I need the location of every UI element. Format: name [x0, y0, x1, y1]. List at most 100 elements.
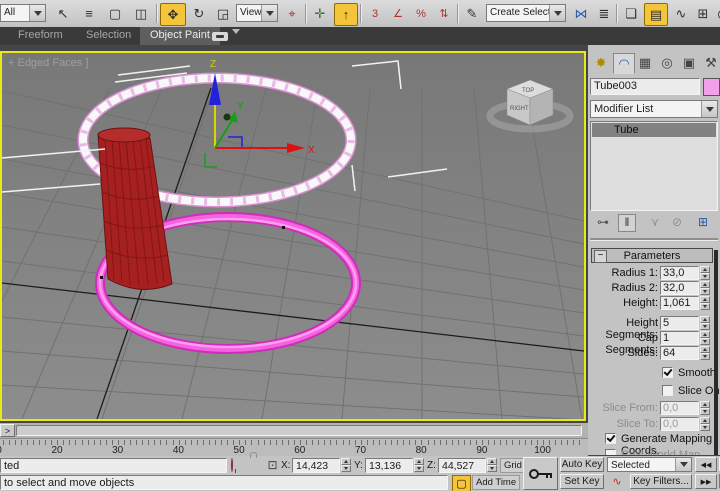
configure-modifier-sets-icon[interactable]: ⊞ [694, 215, 712, 232]
cap-segments-field[interactable]: 1 [660, 331, 699, 345]
set-keys-button[interactable] [523, 457, 558, 490]
chevron-down-icon[interactable] [675, 458, 691, 471]
slice-from-field[interactable]: 0,0 [660, 401, 699, 415]
schematic-view-icon[interactable]: ⊞ [692, 3, 714, 24]
next-key-button[interactable]: ▶▶ [695, 474, 717, 489]
show-end-result-icon[interactable]: ‖ [618, 214, 636, 232]
x-spinner[interactable] [341, 458, 351, 472]
generate-mapping-checkbox[interactable] [605, 433, 616, 444]
isolate-selection-icon[interactable] [231, 459, 233, 471]
go-to-start-button[interactable]: ◀◀ [695, 457, 717, 472]
height-field[interactable]: 1,061 [660, 296, 699, 310]
auto-key-button[interactable]: Auto Key [560, 457, 604, 472]
height-segments-spinner[interactable] [700, 316, 710, 330]
parameters-rollout-header[interactable]: − Parameters [591, 248, 713, 263]
y-spinner[interactable] [414, 458, 424, 472]
chevron-down-icon[interactable] [701, 101, 717, 117]
display-tab-icon[interactable]: ▣ [679, 53, 699, 72]
motion-tab-icon[interactable]: ◎ [657, 53, 677, 72]
modify-tab-icon[interactable]: ◠ [613, 53, 635, 74]
object-name-field[interactable]: Tube003 [590, 78, 700, 95]
select-and-scale-icon[interactable]: ◲ [212, 3, 234, 24]
ribbon-minimize-icon[interactable] [212, 32, 228, 41]
cylinder-red[interactable] [98, 128, 172, 289]
time-slider-next-arrow[interactable]: > [0, 424, 15, 437]
radius1-field[interactable]: 33,0 [660, 266, 699, 280]
rectangular-selection-region-icon[interactable]: ▢ [104, 3, 126, 24]
layer-manager-icon[interactable]: ❏ [620, 3, 642, 24]
smooth-checkbox[interactable] [662, 367, 673, 378]
viewcube-front-label[interactable]: RIGHT [510, 106, 529, 112]
create-tab-icon[interactable]: ✸ [591, 53, 611, 72]
hierarchy-tab-icon[interactable]: ▦ [635, 53, 655, 72]
mirror-icon[interactable]: ⋈ [570, 3, 592, 24]
time-slider[interactable]: > [0, 423, 588, 438]
slice-to-spinner[interactable] [700, 417, 710, 431]
material-editor-icon[interactable]: ◍ [712, 3, 720, 24]
sides-spinner[interactable] [700, 346, 710, 360]
edit-named-selection-sets-icon[interactable]: ✎ [461, 3, 483, 24]
pin-stack-icon[interactable]: ⊶ [594, 215, 612, 232]
snap-toggle-3d-icon[interactable]: 3 [364, 3, 386, 24]
time-slider-track[interactable] [16, 425, 582, 436]
real-world-checkbox[interactable] [605, 449, 616, 455]
named-selection-sets-combo[interactable]: Create Selection Se [486, 4, 566, 22]
slice-from-spinner[interactable] [700, 401, 710, 415]
make-unique-icon[interactable]: ⋎ [646, 215, 664, 232]
remove-modifier-icon[interactable]: ⊘ [668, 215, 686, 232]
select-and-manipulate-icon[interactable]: ✛ [309, 3, 331, 24]
use-pivot-point-icon[interactable]: ⌖ [281, 3, 303, 24]
modifier-stack-item[interactable]: Tube [592, 123, 716, 137]
animate-selection-combo[interactable]: Selected [607, 457, 692, 472]
add-time-tag[interactable]: Add Time Tag [472, 475, 520, 490]
select-object-icon[interactable]: ↖ [52, 3, 74, 24]
viewport-canvas[interactable]: X Y Z TOP RIGHT + Edged Faces ] [2, 53, 584, 419]
slice-to-field[interactable]: 0,0 [660, 417, 699, 431]
chevron-down-icon[interactable] [549, 5, 565, 21]
sides-field[interactable]: 64 [660, 346, 699, 360]
tab-selection[interactable]: Selection [76, 27, 141, 45]
curve-editor-icon[interactable]: ∿ [670, 3, 692, 24]
radius2-spinner[interactable] [700, 281, 710, 295]
height-spinner[interactable] [700, 296, 710, 310]
percent-snap-icon[interactable]: % [410, 3, 432, 24]
z-coordinate-field[interactable]: 44,527 [438, 458, 486, 473]
default-in-out-tangents-icon[interactable]: ∿ [607, 474, 627, 489]
y-coordinate-field[interactable]: 13,136 [365, 458, 413, 473]
rollout-scrollbar[interactable] [714, 250, 718, 455]
transform-typein-icon[interactable]: ⊡ [265, 458, 280, 473]
key-filters-button[interactable]: Key Filters... [630, 474, 692, 489]
track-bar-ruler[interactable]: 102030405060708090100 [0, 438, 588, 457]
align-icon[interactable]: ≣ [593, 3, 615, 24]
object-color-swatch[interactable] [703, 78, 720, 96]
selection-filter-combo[interactable]: All [0, 4, 46, 22]
tab-object-paint[interactable]: Object Paint [140, 27, 220, 45]
utilities-tab-icon[interactable]: ⚒ [701, 53, 720, 72]
chevron-down-icon[interactable] [232, 34, 240, 46]
x-coordinate-field[interactable]: 14,423 [292, 458, 340, 473]
reference-coordinate-combo[interactable]: View [236, 4, 278, 22]
chevron-down-icon[interactable] [29, 5, 45, 21]
select-and-move-icon[interactable]: ✥ [160, 3, 186, 26]
chevron-down-icon[interactable] [261, 5, 277, 21]
z-spinner[interactable] [487, 458, 497, 472]
tab-freeform[interactable]: Freeform [8, 27, 73, 45]
cap-segments-spinner[interactable] [700, 331, 710, 345]
perspective-viewport[interactable]: X Y Z TOP RIGHT + Edged Faces ] [0, 51, 586, 421]
keyboard-shortcut-override-icon[interactable]: ↑ [334, 3, 358, 26]
modifier-list-combo[interactable]: Modifier List [590, 100, 718, 118]
angle-snap-icon[interactable]: ∠ [387, 3, 409, 24]
select-by-name-icon[interactable]: ≡ [78, 3, 100, 24]
height-segments-field[interactable]: 5 [660, 316, 699, 330]
radius1-spinner[interactable] [700, 266, 710, 280]
graphite-ribbon-toggle-icon[interactable]: ▤ [644, 3, 668, 26]
viewcube-top-label[interactable]: TOP [522, 88, 534, 94]
adaptive-degradation-icon[interactable]: ▢ [452, 475, 471, 491]
viewport-label[interactable]: + Edged Faces ] [8, 57, 88, 69]
set-key-button[interactable]: Set Key [560, 474, 604, 489]
modifier-stack[interactable]: Tube [590, 121, 718, 211]
spinner-snap-icon[interactable]: ⇅ [433, 3, 455, 24]
viewcube[interactable]: TOP RIGHT [490, 80, 570, 129]
radius2-field[interactable]: 32,0 [660, 281, 699, 295]
window-crossing-icon[interactable]: ◫ [130, 3, 152, 24]
